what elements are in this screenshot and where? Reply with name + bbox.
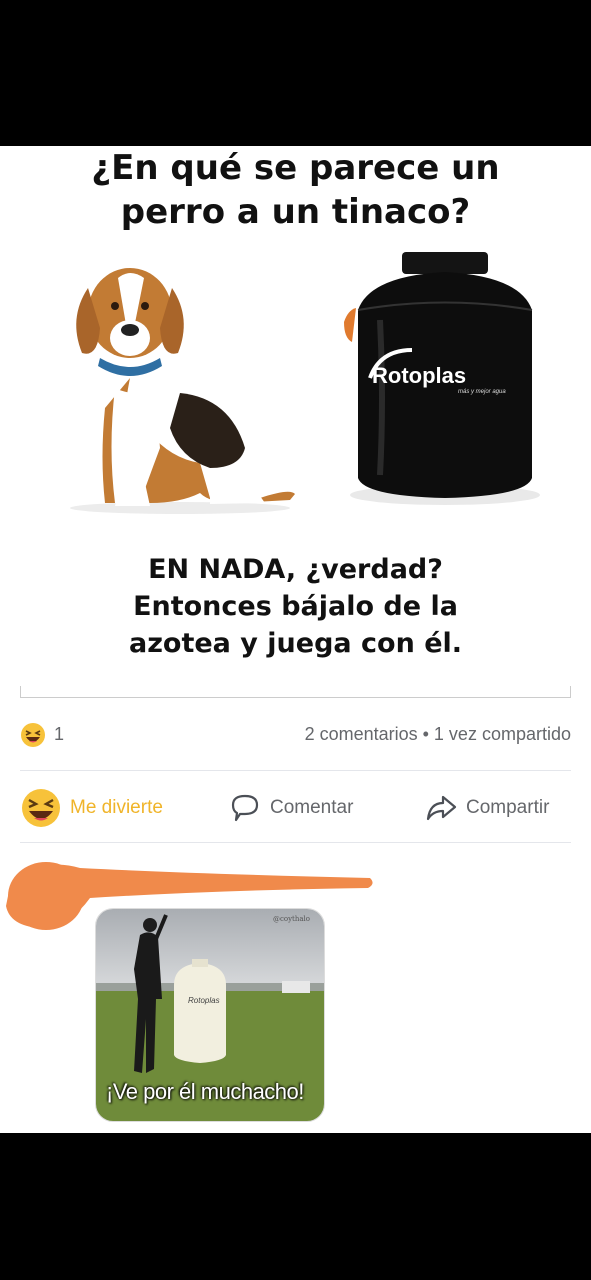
comment-label: Comentar bbox=[270, 797, 354, 818]
reactions-summary[interactable]: 1 2 comentarios • 1 vez compartido bbox=[20, 718, 571, 752]
comment-image-card[interactable]: Rotoplas @coythalo ¡Ve por él muchacho! bbox=[95, 908, 325, 1122]
comment-image-caption: ¡Ve por él muchacho! bbox=[106, 1079, 304, 1104]
tank-slogan-text: más y mejor agua bbox=[458, 389, 506, 395]
image-watermark: @coythalo bbox=[272, 915, 310, 923]
meme-answer-line-2: Entonces bájalo de la bbox=[133, 591, 458, 622]
haha-emoji-icon bbox=[22, 789, 60, 827]
tank-brand-text: Rotoplas bbox=[372, 363, 466, 388]
divider bbox=[20, 842, 571, 843]
meme-question: ¿En qué se parece un perro a un tinaco? bbox=[0, 146, 591, 234]
haha-reaction-label: Me divierte bbox=[70, 797, 163, 818]
comment-bubble-icon bbox=[231, 794, 259, 822]
share-button[interactable]: Compartir bbox=[424, 786, 549, 830]
status-bar-area bbox=[0, 0, 591, 146]
haha-reaction-button[interactable]: Me divierte bbox=[20, 786, 163, 830]
navigation-bar-area bbox=[0, 1133, 591, 1280]
meme-answer-line-3: azotea y juega con él. bbox=[128, 628, 463, 659]
reaction-count[interactable]: 1 bbox=[54, 724, 64, 745]
facebook-post: ¿En qué se parece un perro a un tinaco? … bbox=[0, 146, 591, 1133]
beagle-dog-image bbox=[70, 268, 295, 514]
rotoplas-water-tank-image: Rotoplas más y mejor agua bbox=[344, 252, 540, 505]
meme-answer: EN NADA, ¿verdad? Entonces bájalo de la … bbox=[0, 551, 591, 662]
comment-tank-brand: Rotoplas bbox=[188, 996, 220, 1005]
divider bbox=[20, 770, 571, 771]
haha-emoji-icon bbox=[21, 723, 45, 747]
comment-button[interactable]: Comentar bbox=[228, 786, 353, 830]
comments-shares-count[interactable]: 2 comentarios • 1 vez compartido bbox=[305, 724, 571, 745]
meme-question-line-1: ¿En qué se parece un bbox=[91, 148, 500, 188]
share-arrow-icon bbox=[426, 795, 457, 821]
comment-item: Rotoplas @coythalo ¡Ve por él muchacho! bbox=[0, 846, 591, 1133]
share-label: Compartir bbox=[466, 797, 550, 818]
post-actions-bar: Me divierte Comentar Compartir bbox=[0, 786, 591, 830]
meme-question-line-2: perro a un tinaco? bbox=[120, 192, 471, 232]
meme-answer-line-1: EN NADA, ¿verdad? bbox=[148, 554, 443, 585]
image-frame-border bbox=[20, 686, 571, 698]
